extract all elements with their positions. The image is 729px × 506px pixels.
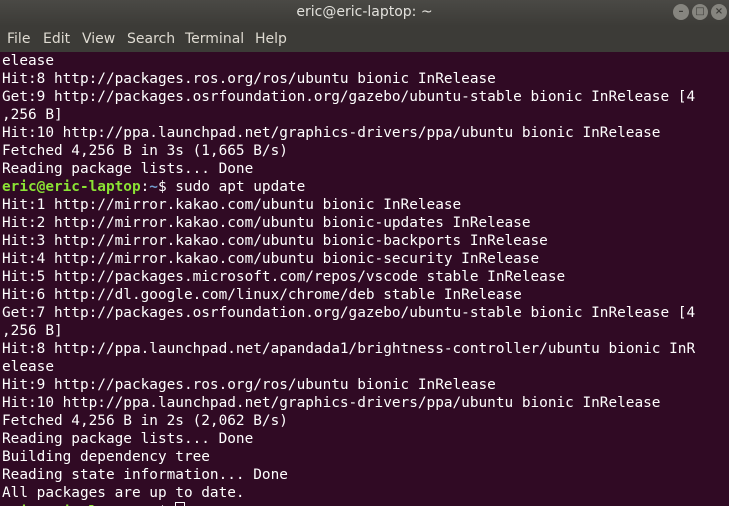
menu-bar: File Edit View Search Terminal Help: [0, 26, 729, 52]
window-title: eric@eric-laptop: ~: [296, 4, 433, 20]
output-line: ,256 B]: [2, 323, 63, 339]
output-line: Fetched 4,256 B in 2s (2,062 B/s): [2, 413, 288, 429]
output-line: Hit:9 http://packages.ros.org/ros/ubuntu…: [2, 377, 496, 393]
prompt-separator: :: [140, 179, 150, 195]
output-line: Building dependency tree: [2, 449, 210, 465]
output-line: Hit:10 http://ppa.launchpad.net/graphics…: [2, 395, 661, 411]
menu-help[interactable]: Help: [255, 26, 287, 52]
current-prompt-line[interactable]: eric@eric-laptop:~$: [2, 502, 186, 506]
maximize-icon[interactable]: □: [692, 4, 708, 20]
output-line: Reading package lists... Done: [2, 161, 254, 177]
menu-search[interactable]: Search: [127, 26, 175, 52]
terminal-output[interactable]: elease Hit:8 http://packages.ros.org/ros…: [0, 52, 729, 506]
output-line: Hit:2 http://mirror.kakao.com/ubuntu bio…: [2, 215, 531, 231]
menu-file[interactable]: File: [7, 26, 30, 52]
output-line: Get:9 http://packages.osrfoundation.org/…: [2, 89, 696, 105]
output-line: Hit:8 http://ppa.launchpad.net/apandada1…: [2, 341, 696, 357]
output-line: elease: [2, 359, 54, 375]
prompt-path: ~: [149, 179, 158, 195]
output-line: Hit:4 http://mirror.kakao.com/ubuntu bio…: [2, 251, 540, 267]
prompt-user-host: eric@eric-laptop: [2, 179, 141, 195]
command-line: eric@eric-laptop:~$ sudo apt update: [2, 178, 305, 196]
output-line: Reading package lists... Done: [2, 431, 254, 447]
command-text: sudo apt update: [175, 179, 306, 195]
output-line: Hit:5 http://packages.microsoft.com/repo…: [2, 269, 566, 285]
output-line: Hit:8 http://packages.ros.org/ros/ubuntu…: [2, 71, 496, 87]
output-line: Get:7 http://packages.osrfoundation.org/…: [2, 305, 696, 321]
output-line: Reading state information... Done: [2, 467, 288, 483]
menu-view[interactable]: View: [82, 26, 115, 52]
output-line: Hit:3 http://mirror.kakao.com/ubuntu bio…: [2, 233, 548, 249]
minimize-icon[interactable]: –: [673, 4, 689, 20]
menu-edit[interactable]: Edit: [43, 26, 70, 52]
output-line: Hit:1 http://mirror.kakao.com/ubuntu bio…: [2, 197, 462, 213]
output-line: Fetched 4,256 B in 3s (1,665 B/s): [2, 143, 288, 159]
output-line: elease: [2, 53, 54, 69]
output-line: ,256 B]: [2, 107, 63, 123]
close-icon[interactable]: ×: [711, 4, 727, 20]
output-line: Hit:10 http://ppa.launchpad.net/graphics…: [2, 125, 661, 141]
output-line: Hit:6 http://dl.google.com/linux/chrome/…: [2, 287, 522, 303]
terminal-window: eric@eric-laptop: ~ – □ × File Edit View…: [0, 0, 729, 506]
prompt-symbol: $: [157, 179, 176, 195]
menu-terminal[interactable]: Terminal: [185, 26, 244, 52]
title-bar[interactable]: eric@eric-laptop: ~ – □ ×: [0, 0, 729, 26]
output-line: All packages are up to date.: [2, 485, 245, 501]
text-cursor: [175, 502, 186, 506]
